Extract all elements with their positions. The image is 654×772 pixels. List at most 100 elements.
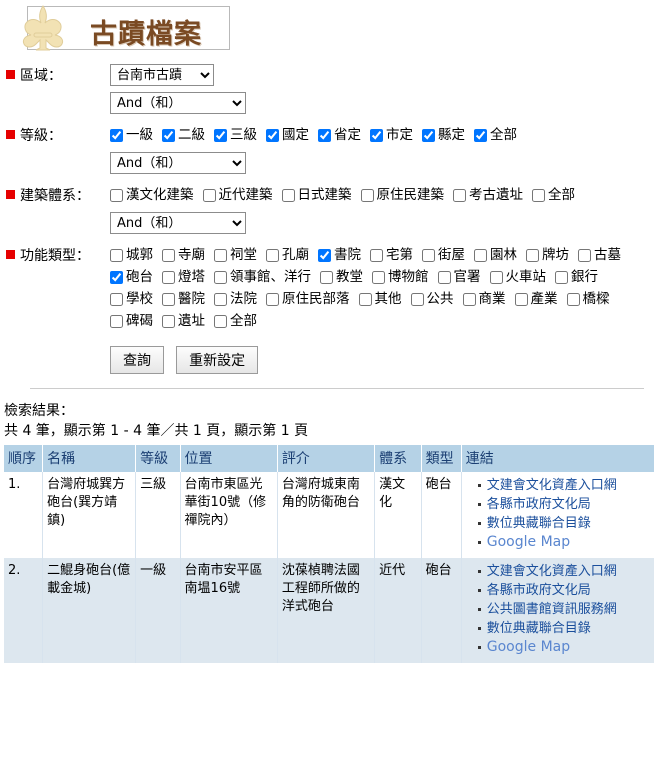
function-type-checkbox-28[interactable]: [162, 314, 175, 328]
column-header-name[interactable]: 名稱: [42, 445, 137, 472]
level-checkbox-7[interactable]: [474, 128, 487, 142]
region-boolean-select[interactable]: And（和）: [110, 92, 246, 114]
system-item-4[interactable]: 考古遺址: [453, 184, 523, 206]
function-type-item-12[interactable]: 領事館、洋行: [214, 266, 311, 288]
function-type-item-27[interactable]: 碑碣: [110, 310, 153, 332]
level-item-0[interactable]: 一級: [110, 124, 153, 146]
system-checkbox-0[interactable]: [110, 188, 123, 202]
function-type-checkbox-13[interactable]: [320, 270, 333, 284]
function-type-checkbox-7[interactable]: [474, 248, 487, 262]
level-boolean-select[interactable]: And（和）: [110, 152, 246, 174]
function-type-checkbox-15[interactable]: [437, 270, 451, 284]
level-checkbox-3[interactable]: [266, 128, 279, 142]
function-type-item-16[interactable]: 火車站: [489, 266, 546, 288]
system-checkbox-1[interactable]: [202, 188, 216, 202]
column-header-type[interactable]: 類型: [421, 445, 462, 472]
level-item-3[interactable]: 國定: [266, 124, 309, 146]
result-link-1[interactable]: 各縣市政府文化局: [487, 497, 591, 512]
function-type-checkbox-0[interactable]: [110, 248, 123, 262]
reset-button[interactable]: 重新設定: [176, 346, 259, 374]
result-link-3[interactable]: Google Map: [487, 534, 570, 550]
function-type-checkbox-5[interactable]: [370, 248, 383, 262]
function-type-checkbox-16[interactable]: [489, 270, 503, 284]
function-type-item-26[interactable]: 橋樑: [566, 288, 610, 310]
result-link-2[interactable]: 數位典藏聯合目錄: [487, 516, 591, 531]
system-checkbox-3[interactable]: [360, 188, 374, 202]
function-type-checkbox-22[interactable]: [358, 292, 372, 306]
function-type-item-0[interactable]: 城郭: [110, 244, 153, 266]
function-type-checkbox-26[interactable]: [566, 292, 580, 306]
function-type-checkbox-8[interactable]: [526, 248, 539, 262]
function-type-item-1[interactable]: 寺廟: [162, 244, 205, 266]
function-type-item-6[interactable]: 街屋: [422, 244, 465, 266]
function-type-checkbox-24[interactable]: [462, 292, 476, 306]
result-link-3[interactable]: 數位典藏聯合目錄: [487, 621, 591, 636]
function-type-item-13[interactable]: 教堂: [320, 266, 363, 288]
level-checkbox-1[interactable]: [162, 128, 175, 142]
level-checkbox-5[interactable]: [370, 128, 383, 142]
search-button[interactable]: 查詢: [110, 346, 164, 374]
system-checkbox-2[interactable]: [281, 188, 295, 202]
system-boolean-select[interactable]: And（和）: [110, 212, 246, 234]
function-type-checkbox-21[interactable]: [266, 292, 279, 306]
level-item-6[interactable]: 縣定: [422, 124, 465, 146]
function-type-item-14[interactable]: 博物館: [372, 266, 429, 288]
function-type-item-11[interactable]: 燈塔: [162, 266, 205, 288]
function-type-checkbox-29[interactable]: [214, 314, 227, 328]
level-item-1[interactable]: 二級: [162, 124, 205, 146]
result-link-2[interactable]: 公共圖書館資訊服務網: [487, 602, 617, 617]
level-item-7[interactable]: 全部: [474, 124, 517, 146]
function-type-item-24[interactable]: 商業: [462, 288, 506, 310]
function-type-item-8[interactable]: 牌坊: [526, 244, 569, 266]
function-type-checkbox-14[interactable]: [372, 270, 385, 284]
column-header-links[interactable]: 連結: [461, 445, 654, 472]
function-type-item-5[interactable]: 宅第: [370, 244, 413, 266]
system-checkbox-4[interactable]: [453, 188, 466, 202]
function-type-item-3[interactable]: 孔廟: [266, 244, 309, 266]
system-item-0[interactable]: 漢文化建築: [110, 184, 194, 206]
level-checkbox-4[interactable]: [318, 128, 331, 142]
result-link-4[interactable]: Google Map: [487, 639, 570, 655]
function-type-item-15[interactable]: 官署: [437, 266, 481, 288]
level-item-2[interactable]: 三級: [214, 124, 257, 146]
column-header-level[interactable]: 等級: [135, 445, 181, 472]
function-type-checkbox-6[interactable]: [422, 248, 435, 262]
system-checkbox-5[interactable]: [532, 188, 545, 202]
result-link-1[interactable]: 各縣市政府文化局: [487, 583, 591, 598]
column-header-location[interactable]: 位置: [180, 445, 278, 472]
function-type-checkbox-10[interactable]: [110, 270, 123, 284]
function-type-checkbox-4[interactable]: [318, 248, 331, 262]
level-item-5[interactable]: 市定: [370, 124, 413, 146]
function-type-checkbox-27[interactable]: [110, 314, 123, 328]
function-type-checkbox-11[interactable]: [162, 270, 175, 284]
function-type-item-18[interactable]: 學校: [110, 288, 153, 310]
function-type-checkbox-3[interactable]: [266, 248, 279, 262]
function-type-item-28[interactable]: 遺址: [162, 310, 205, 332]
column-header-system[interactable]: 體系: [374, 445, 422, 472]
region-select[interactable]: 台南市古蹟: [110, 64, 214, 86]
level-item-4[interactable]: 省定: [318, 124, 361, 146]
function-type-checkbox-9[interactable]: [578, 248, 591, 262]
function-type-item-2[interactable]: 祠堂: [214, 244, 257, 266]
function-type-checkbox-18[interactable]: [110, 292, 123, 306]
function-type-item-7[interactable]: 園林: [474, 244, 517, 266]
function-type-item-23[interactable]: 公共: [410, 288, 454, 310]
result-link-0[interactable]: 文建會文化資產入口網: [487, 478, 617, 493]
system-item-2[interactable]: 日式建築: [281, 184, 352, 206]
function-type-item-4[interactable]: 書院: [318, 244, 361, 266]
function-type-checkbox-12[interactable]: [214, 270, 227, 284]
function-type-checkbox-2[interactable]: [214, 248, 227, 262]
function-type-item-9[interactable]: 古墓: [578, 244, 621, 266]
system-item-1[interactable]: 近代建築: [202, 184, 273, 206]
function-type-checkbox-25[interactable]: [514, 292, 528, 306]
function-type-checkbox-17[interactable]: [555, 270, 568, 284]
function-type-checkbox-23[interactable]: [410, 292, 424, 306]
level-checkbox-0[interactable]: [110, 128, 123, 142]
function-type-item-17[interactable]: 銀行: [555, 266, 598, 288]
function-type-item-22[interactable]: 其他: [358, 288, 402, 310]
column-header-review[interactable]: 評介: [277, 445, 376, 472]
result-link-0[interactable]: 文建會文化資產入口網: [487, 564, 617, 579]
function-type-item-19[interactable]: 醫院: [162, 288, 205, 310]
function-type-checkbox-1[interactable]: [162, 248, 175, 262]
function-type-checkbox-20[interactable]: [214, 292, 227, 306]
